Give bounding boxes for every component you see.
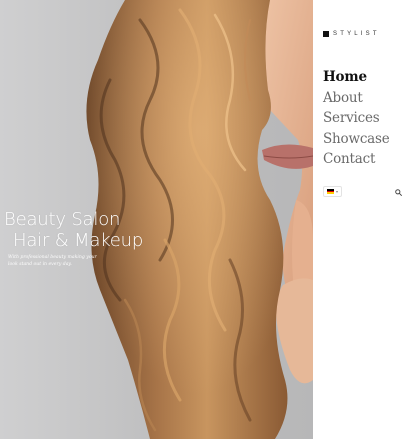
hero-title: Beauty Salon Hair & Makeup — [4, 209, 164, 251]
chevron-down-icon: ▾ — [336, 188, 339, 194]
brand-logo[interactable]: STYLIST — [323, 29, 380, 39]
hero-title-line2: Hair & Makeup — [13, 230, 144, 251]
main-nav: Home About Services Showcase Contact — [323, 67, 390, 170]
nav-item-services[interactable]: Services — [323, 108, 390, 129]
search-icon — [394, 188, 402, 196]
nav-item-showcase[interactable]: Showcase — [323, 129, 390, 150]
sidebar: STYLIST Home About Services Showcase Con… — [313, 0, 410, 439]
nav-item-home[interactable]: Home — [323, 67, 390, 88]
logo-square-icon — [323, 31, 329, 37]
hero-title-line1: Beauty Salon — [4, 209, 121, 230]
de-flag-icon — [327, 189, 334, 195]
nav-item-about[interactable]: About — [323, 88, 390, 109]
hero-banner: Beauty Salon Hair & Makeup With professi… — [0, 0, 313, 439]
logo-text: STYLIST — [333, 31, 380, 37]
search-button[interactable] — [393, 187, 403, 197]
page: Beauty Salon Hair & Makeup With professi… — [0, 0, 410, 439]
language-selector[interactable]: ▾ — [323, 186, 342, 197]
nav-item-contact[interactable]: Contact — [323, 149, 390, 170]
hero-subtitle: With professional beauty making your loo… — [8, 255, 97, 267]
